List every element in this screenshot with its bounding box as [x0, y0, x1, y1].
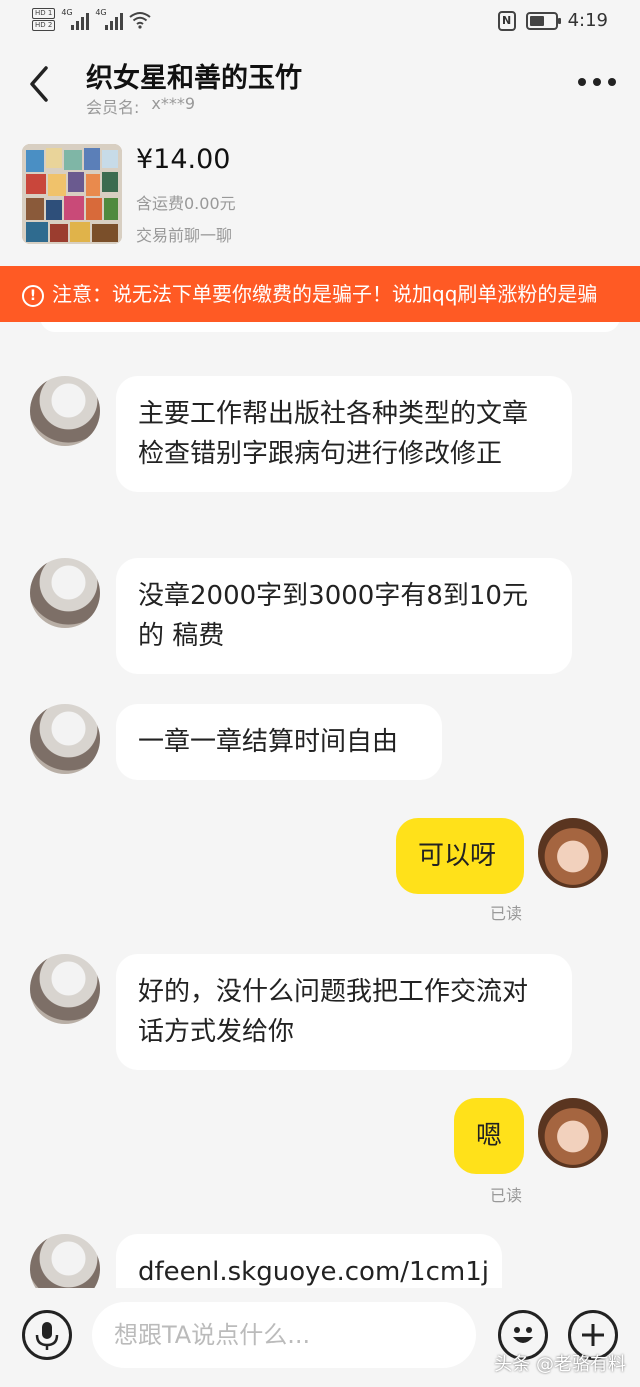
avatar[interactable] — [538, 1098, 608, 1168]
back-button[interactable] — [24, 64, 54, 104]
member-label: 会员名: — [86, 98, 140, 117]
signal-icon: 4G — [61, 8, 90, 30]
member-value: x***9 — [151, 94, 196, 113]
sim2-label: HD 2 — [32, 20, 56, 31]
message-bubble-partial — [40, 322, 620, 332]
read-status: 已读 — [490, 904, 523, 923]
network-label: 4G — [61, 8, 73, 17]
chat-header: 织女星和善的玉竹 会员名: x***9 — [0, 44, 640, 126]
chevron-left-icon — [30, 66, 48, 102]
message-bubble[interactable]: 没章2000字到3000字有8到10元的 稿费 — [116, 558, 572, 674]
watermark: 头条 @老骆有料 — [494, 1354, 626, 1375]
clock: 4:19 — [567, 10, 608, 31]
network-label: 4G — [95, 8, 107, 17]
message-bubble[interactable]: 一章一章结算时间自由 — [116, 704, 442, 780]
product-card[interactable]: ¥14.00 含运费0.00元 交易前聊一聊 — [0, 136, 640, 264]
dot-icon — [608, 78, 616, 86]
product-thumbnail[interactable] — [22, 144, 122, 244]
message-bubble[interactable]: dfeenl.skguoye.com/1cm1j — [116, 1234, 502, 1288]
battery-fill — [529, 15, 544, 26]
sim-indicator: HD 1 HD 2 — [32, 8, 56, 32]
signal-icon: 4G — [95, 8, 124, 30]
member-info: 会员名: x***9 — [86, 94, 195, 118]
avatar[interactable] — [538, 818, 608, 888]
avatar[interactable] — [30, 376, 100, 446]
avatar[interactable] — [30, 558, 100, 628]
message-bubble[interactable]: 好的，没什么问题我把工作交流对话方式发给你 — [116, 954, 572, 1070]
avatar[interactable] — [30, 954, 100, 1024]
more-options-button[interactable] — [578, 78, 616, 86]
voice-button[interactable] — [22, 1310, 72, 1360]
message-bubble[interactable]: 可以呀 — [396, 818, 524, 894]
warning-icon: ! — [22, 284, 44, 307]
dot-icon — [578, 78, 586, 86]
wifi-icon — [129, 11, 151, 29]
dot-icon — [593, 78, 601, 86]
warning-banner: ! 注意：说无法下单要你缴费的是骗子！说加qq刷单涨粉的是骗 — [0, 266, 640, 322]
avatar[interactable] — [30, 704, 100, 774]
message-bubble[interactable]: 主要工作帮出版社各种类型的文章检查错别字跟病句进行修改修正 — [116, 376, 572, 492]
chat-before-deal: 交易前聊一聊 — [136, 226, 233, 245]
microphone-icon — [35, 1322, 59, 1350]
input-bar: 想跟TA说点什么... 头条 @老骆有料 — [0, 1290, 640, 1387]
warning-text: 注意：说无法下单要你缴费的是骗子！说加qq刷单涨粉的是骗 — [52, 282, 598, 306]
avatar[interactable] — [30, 1234, 100, 1288]
battery-icon — [525, 11, 561, 30]
message-bubble[interactable]: 嗯 — [454, 1098, 524, 1174]
shipping-info: 含运费0.00元 — [136, 194, 236, 213]
sim1-label: HD 1 — [32, 8, 56, 19]
status-bar: HD 1 HD 2 4G 4G N 4:19 — [0, 0, 640, 44]
message-input[interactable]: 想跟TA说点什么... — [92, 1302, 476, 1368]
chat-title: 织女星和善的玉竹 — [86, 63, 302, 94]
product-price: ¥14.00 — [136, 144, 231, 175]
message-list[interactable]: 主要工作帮出版社各种类型的文章检查错别字跟病句进行修改修正 没章2000字到30… — [0, 322, 640, 1288]
nfc-icon: N — [497, 10, 516, 31]
read-status: 已读 — [490, 1186, 523, 1205]
